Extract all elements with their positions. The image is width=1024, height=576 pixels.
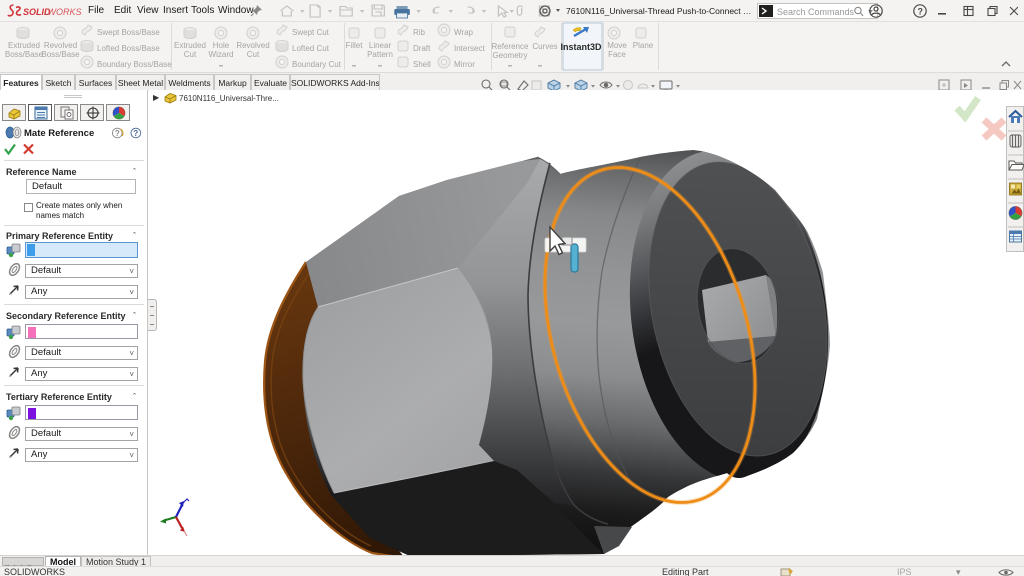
svg-text:WORKS: WORKS <box>48 7 82 17</box>
svg-text:?: ? <box>115 129 120 138</box>
svg-text:?: ? <box>918 7 924 17</box>
svg-text:?: ? <box>133 129 138 138</box>
